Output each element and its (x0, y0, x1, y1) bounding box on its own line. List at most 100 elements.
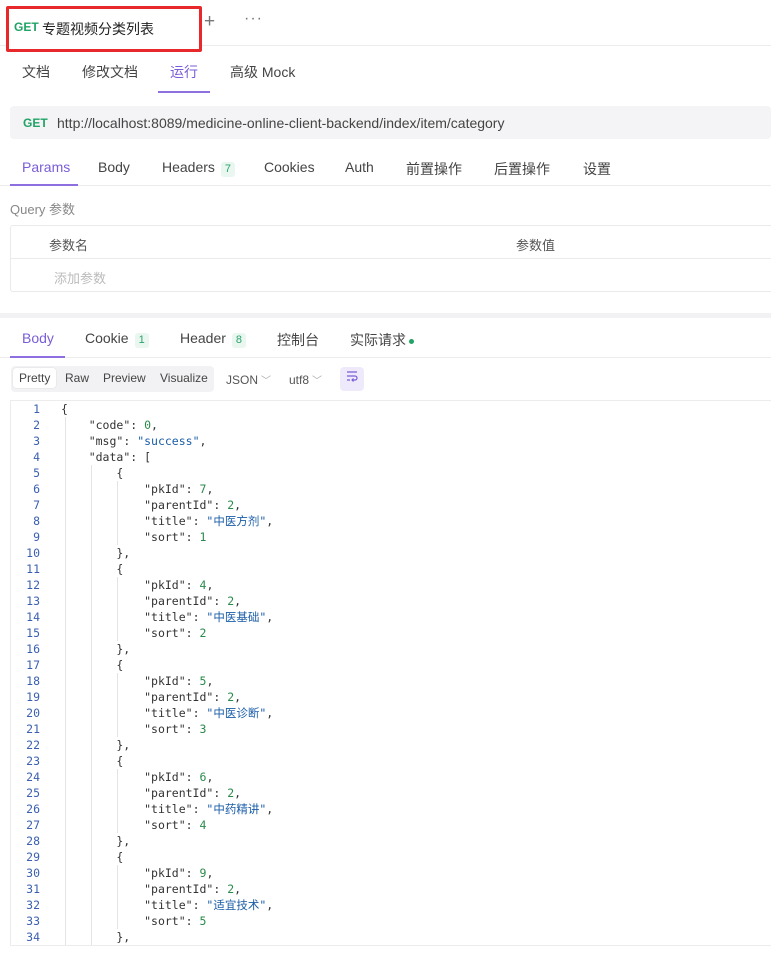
code-line: 11 { (11, 561, 771, 577)
code-text: "pkId": 4, (144, 578, 214, 592)
code-text: "pkId": 7, (144, 482, 214, 496)
header-count-badge: 8 (231, 333, 247, 348)
line-number: 4 (33, 450, 40, 464)
cookie-count-badge: 1 (134, 333, 149, 348)
code-text: "parentId": 2, (144, 786, 242, 800)
response-tab-cookie[interactable]: Cookie 1 (85, 330, 149, 348)
status-dot-icon (409, 338, 414, 344)
code-line: 15 "sort": 2 (11, 625, 771, 641)
tab-method-label: GET (14, 20, 39, 34)
tab-headers[interactable]: Headers 7 (162, 159, 236, 177)
line-number: 24 (26, 770, 40, 784)
code-text: "parentId": 2, (144, 594, 242, 608)
subnav-run[interactable]: 运行 (170, 62, 198, 82)
line-number: 31 (26, 882, 40, 896)
encoding-select-value: utf8 (289, 373, 310, 387)
response-tab-header-label: Header (180, 330, 226, 346)
response-tab-body[interactable]: Body (22, 330, 54, 346)
code-text: "parentId": 2, (144, 690, 242, 704)
tab-title: 专题视频分类列表 (42, 21, 154, 37)
code-line: 17 { (11, 657, 771, 673)
line-number: 29 (26, 850, 40, 864)
url-method[interactable]: GET (23, 116, 48, 130)
code-text: "sort": 4 (144, 818, 207, 832)
line-number: 28 (26, 834, 40, 848)
code-line: 20 "title": "中医诊断", (11, 705, 771, 721)
line-number: 26 (26, 802, 40, 816)
mode-preview[interactable]: Preview (103, 371, 146, 385)
tab-cookies[interactable]: Cookies (264, 159, 315, 175)
code-text: "parentId": 2, (144, 882, 242, 896)
format-toolbar: Pretty Raw Preview Visualize JSON ﹀ utf8 ﹀ (0, 364, 771, 394)
code-text: "pkId": 9, (144, 866, 214, 880)
code-line: 32 "title": "适宜技术", (11, 897, 771, 913)
mode-pretty[interactable]: Pretty (13, 368, 57, 388)
code-line: 6 "pkId": 7, (11, 481, 771, 497)
subnav-advanced-mock[interactable]: 高级 Mock (230, 62, 295, 82)
code-text: }, (61, 738, 131, 752)
line-number: 9 (33, 530, 40, 544)
code-text: { (61, 466, 124, 480)
code-text: "pkId": 5, (144, 674, 214, 688)
response-tabs: Body Cookie 1 Header 8 控制台 实际请求 (0, 318, 771, 358)
tab-post-actions[interactable]: 后置操作 (494, 159, 550, 179)
response-body-viewer[interactable]: 1{2 "code": 0, 3 "msg": "success", 4 "data… (10, 400, 771, 946)
subnav-active-indicator (158, 91, 210, 93)
type-select-value: JSON (226, 373, 259, 387)
code-line: 13 "parentId": 2, (11, 593, 771, 609)
code-text: "data": [ (88, 450, 152, 464)
response-tab-actual-request[interactable]: 实际请求 (350, 330, 414, 350)
type-select[interactable]: JSON ﹀ (226, 372, 271, 387)
code-text: "msg": "success", (88, 434, 207, 448)
line-number: 19 (26, 690, 40, 704)
subnav-edit-docs[interactable]: 修改文档 (82, 62, 138, 82)
line-number: 10 (26, 546, 40, 560)
tab-auth[interactable]: Auth (345, 159, 374, 175)
code-line: 1{ (11, 401, 771, 417)
code-line: 7 "parentId": 2, (11, 497, 771, 513)
add-tab-icon[interactable]: + (204, 12, 215, 31)
code-text: { (61, 850, 124, 864)
chevron-down-icon: ﹀ (261, 376, 272, 387)
line-number: 7 (33, 498, 40, 512)
code-text: { (61, 562, 124, 576)
code-line: 19 "parentId": 2, (11, 689, 771, 705)
code-line: 9 "sort": 1 (11, 529, 771, 545)
line-number: 32 (26, 898, 40, 912)
line-number: 1 (33, 402, 40, 416)
line-number: 22 (26, 738, 40, 752)
wrap-lines-icon[interactable] (340, 367, 364, 391)
line-number: 34 (26, 930, 40, 944)
mode-raw[interactable]: Raw (65, 371, 89, 385)
code-text: "title": "中医方剂", (144, 514, 274, 528)
mode-visualize[interactable]: Visualize (160, 371, 208, 385)
param-value-header: 参数值 (516, 238, 556, 253)
code-line: 26 "title": "中药精讲", (11, 801, 771, 817)
code-text: }, (61, 546, 131, 560)
add-param-input[interactable]: 添加参数 (54, 268, 106, 287)
tab-settings[interactable]: 设置 (583, 159, 611, 179)
code-line: 33 "sort": 5 (11, 913, 771, 929)
subnav-docs[interactable]: 文档 (22, 62, 50, 82)
line-number: 18 (26, 674, 40, 688)
line-number: 11 (26, 562, 40, 576)
more-icon[interactable]: ··· (244, 10, 263, 28)
response-tab-console[interactable]: 控制台 (277, 330, 319, 350)
response-tab-header[interactable]: Header 8 (180, 330, 247, 348)
code-line: 16 }, (11, 641, 771, 657)
url-input[interactable]: http://localhost:8089/medicine-online-cl… (57, 115, 504, 131)
tab-body[interactable]: Body (98, 159, 130, 175)
code-line: 18 "pkId": 5, (11, 673, 771, 689)
wrap-lines-glyph (347, 371, 358, 382)
code-text: "parentId": 2, (144, 498, 242, 512)
query-params-title: Query 参数 (10, 202, 76, 217)
url-bar[interactable]: GET http://localhost:8089/medicine-onlin… (10, 106, 771, 139)
tab-pre-actions[interactable]: 前置操作 (406, 159, 462, 179)
code-line: 10 }, (11, 545, 771, 561)
code-text: "sort": 5 (144, 914, 207, 928)
tab-params[interactable]: Params (22, 159, 70, 175)
line-number: 25 (26, 786, 40, 800)
code-text: "sort": 2 (144, 626, 207, 640)
line-number: 15 (26, 626, 40, 640)
encoding-select[interactable]: utf8 ﹀ (289, 372, 322, 387)
